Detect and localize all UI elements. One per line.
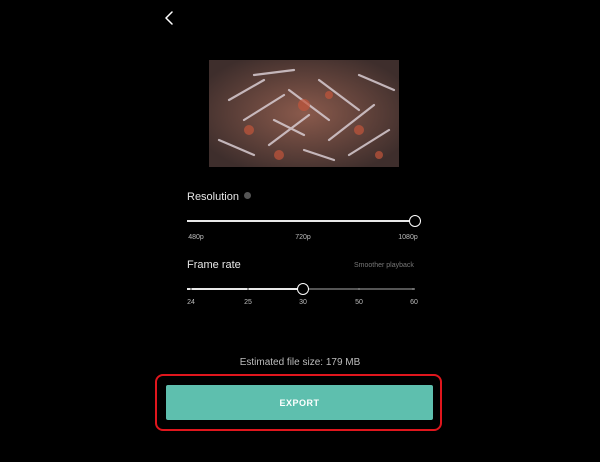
frame-rate-hint: Smoother playback xyxy=(354,262,414,269)
chevron-left-icon xyxy=(165,11,173,25)
resolution-tick-1080p: 1080p xyxy=(398,234,418,241)
frame-rate-slider-handle[interactable] xyxy=(297,283,309,295)
frame-rate-tick-50: 50 xyxy=(355,299,363,306)
resolution-tick-720p: 720p xyxy=(295,234,311,241)
frame-rate-step-24 xyxy=(190,288,192,290)
resolution-slider-handle[interactable] xyxy=(409,215,421,227)
preview-image xyxy=(209,60,399,167)
export-settings-screen: Resolution 480p 720p 1080p Frame rate Sm… xyxy=(0,0,600,462)
frame-rate-tick-24: 24 xyxy=(187,299,195,306)
frame-rate-slider-fill xyxy=(187,288,303,290)
frame-rate-label: Frame rate xyxy=(187,259,241,271)
frame-rate-tick-30: 30 xyxy=(299,299,307,306)
resolution-label: Resolution xyxy=(187,191,251,203)
video-preview xyxy=(209,60,399,167)
frame-rate-tick-60: 60 xyxy=(410,299,418,306)
resolution-tick-480p: 480p xyxy=(188,234,204,241)
estimated-file-size: Estimated file size: 179 MB xyxy=(239,357,361,368)
resolution-slider[interactable] xyxy=(187,215,421,227)
frame-rate-slider[interactable] xyxy=(187,283,415,295)
frame-rate-step-50 xyxy=(358,288,360,290)
export-button[interactable]: EXPORT xyxy=(166,385,433,420)
info-icon[interactable] xyxy=(243,192,251,199)
frame-rate-step-25 xyxy=(247,288,249,290)
back-button[interactable] xyxy=(160,9,178,27)
frame-rate-step-60 xyxy=(412,288,414,290)
frame-rate-tick-25: 25 xyxy=(244,299,252,306)
resolution-slider-fill xyxy=(187,220,415,222)
